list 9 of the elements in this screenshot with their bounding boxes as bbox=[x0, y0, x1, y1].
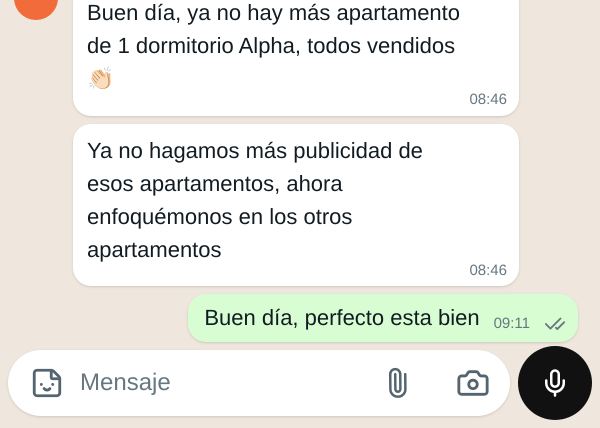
sticker-icon[interactable] bbox=[30, 366, 64, 400]
message-time: 08:46 bbox=[469, 90, 507, 110]
message-time: 09:11 bbox=[494, 314, 530, 334]
message-text: Buen día, ya no hay más apartamento de 1 dormitorio Alpha, todos vendidos👏🏻 bbox=[87, 0, 462, 93]
composer-bar[interactable]: Mensaje bbox=[8, 350, 510, 416]
message-input[interactable]: Mensaje bbox=[80, 365, 366, 401]
message-text: Ya no hagamos más publicidad de esos apartamentos, ahora enfoquémonos en los otros apartamentos bbox=[87, 136, 424, 264]
message-text: Buen día, perfecto esta bien bbox=[204, 304, 480, 332]
message-time: 08:46 bbox=[469, 260, 507, 280]
